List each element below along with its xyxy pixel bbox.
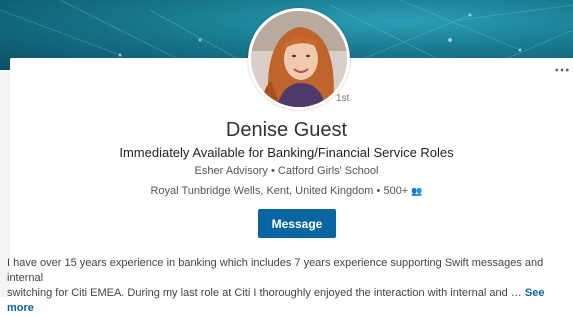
profile-name: Denise Guest <box>225 119 348 141</box>
more-dots-icon[interactable]: ⋯ <box>554 63 571 79</box>
people-icon: 👥 <box>411 186 423 196</box>
separator: • <box>376 185 381 197</box>
profile-headline: Immediately Available for Banking/Financ… <box>119 145 454 160</box>
separator: • <box>270 165 275 177</box>
location-line: Royal Tunbridge Wells, Kent, United King… <box>0 185 573 197</box>
profile-summary: I have over 15 years experience in banki… <box>7 256 567 316</box>
connection-degree: 1st <box>336 93 350 104</box>
connections-count[interactable]: 500+ <box>383 185 408 197</box>
summary-line: I have over 15 years experience in banki… <box>7 257 544 284</box>
avatar[interactable] <box>248 8 350 110</box>
profile-photo <box>251 11 347 107</box>
company-link[interactable]: Esher Advisory <box>195 165 268 177</box>
summary-line: switching for Citi EMEA. During my last … <box>7 287 522 299</box>
message-button[interactable]: Message <box>258 209 336 238</box>
location: Royal Tunbridge Wells, Kent, United King… <box>150 185 374 197</box>
school-link[interactable]: Catford Girls' School <box>278 165 379 177</box>
company-school-line: Esher Advisory • Catford Girls' School <box>0 165 573 177</box>
summary-line-2: switching for Citi EMEA. During my last … <box>7 286 567 316</box>
